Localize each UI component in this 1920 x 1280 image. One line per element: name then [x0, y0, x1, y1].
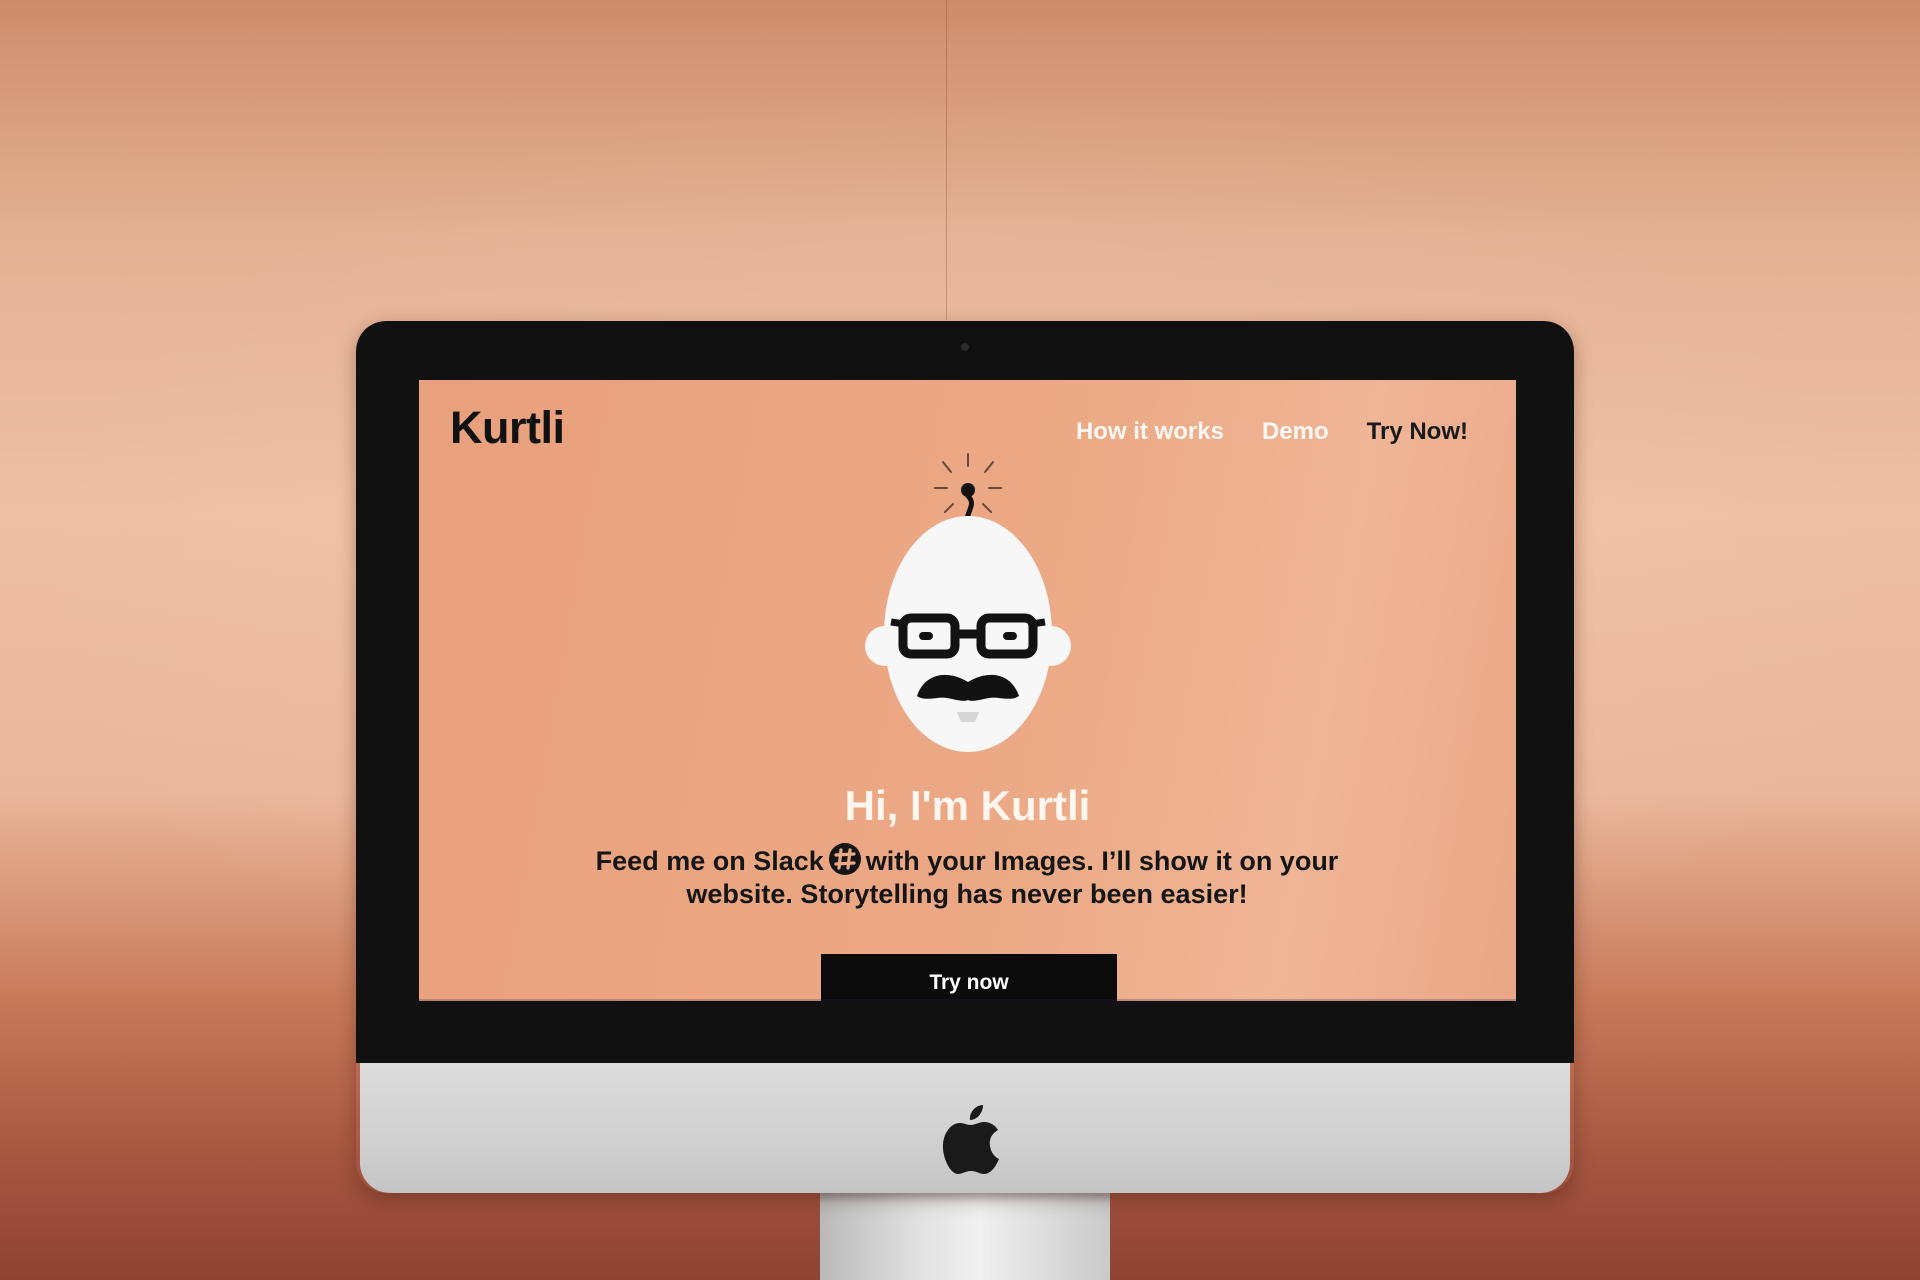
hero-description: Feed me on Slack with your Images. I’ll … — [567, 842, 1367, 911]
screen-edge — [419, 999, 1516, 1001]
monitor-chin — [360, 1063, 1570, 1193]
slack-icon — [828, 843, 861, 875]
hero-description-part1: Feed me on Slack — [595, 846, 824, 876]
apple-logo-icon — [942, 1105, 999, 1174]
wall-seam — [946, 0, 947, 320]
nav-try-now[interactable]: Try Now! — [1367, 418, 1468, 446]
camera-icon — [961, 343, 969, 351]
website-screen: Kurtli How it works Demo Try Now! Hi, I'… — [419, 380, 1516, 1001]
bald-man-with-glasses-and-mustache-icon — [865, 453, 1071, 752]
top-navigation: How it works Demo Try Now! — [1076, 418, 1468, 446]
hero-headline: Hi, I'm Kurtli — [844, 782, 1091, 829]
try-now-button[interactable]: Try now — [821, 954, 1117, 1001]
imac-monitor: Kurtli How it works Demo Try Now! Hi, I'… — [356, 321, 1574, 1193]
monitor-bezel: Kurtli How it works Demo Try Now! Hi, I'… — [356, 321, 1574, 1063]
nav-demo[interactable]: Demo — [1262, 418, 1329, 446]
site-logo[interactable]: Kurtli — [450, 402, 565, 454]
nav-how-it-works[interactable]: How it works — [1076, 418, 1224, 446]
